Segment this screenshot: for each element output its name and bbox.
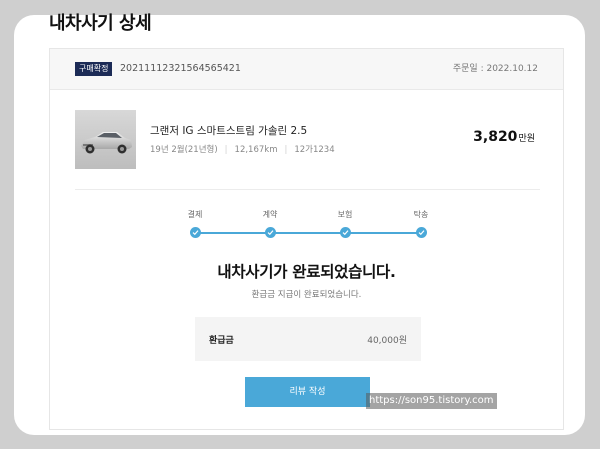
order-date: 주문일 : 2022.10.12 bbox=[452, 64, 538, 74]
step-contract: 계약 bbox=[255, 209, 285, 238]
check-icon bbox=[339, 227, 351, 238]
car-photo-icon bbox=[75, 110, 136, 169]
write-review-button[interactable]: 리뷰 작성 bbox=[245, 377, 370, 407]
step-insurance: 보험 bbox=[330, 209, 360, 238]
order-number: 20211112321564565421 bbox=[120, 63, 241, 74]
page-title: 내차사기 상세 bbox=[49, 13, 152, 34]
price-value: 3,820 bbox=[473, 129, 518, 145]
step-label: 탁송 bbox=[413, 210, 429, 219]
step-delivery: 탁송 bbox=[406, 209, 436, 238]
completion-title: 내차사기가 완료되었습니다. bbox=[217, 263, 396, 281]
order-header: 구매확정 20211112321564565421 주문일 : 2022.10.… bbox=[50, 49, 563, 90]
car-mileage: 12,167km bbox=[234, 145, 278, 155]
watermark: https://son95.tistory.com bbox=[366, 393, 497, 409]
step-label: 계약 bbox=[262, 210, 278, 219]
step-label: 보험 bbox=[337, 210, 353, 219]
car-thumbnail[interactable] bbox=[75, 110, 136, 169]
check-icon bbox=[189, 227, 201, 238]
status-badge: 구매확정 bbox=[75, 62, 113, 76]
progress-line bbox=[195, 232, 421, 234]
check-icon bbox=[415, 227, 427, 238]
car-plate: 12가1234 bbox=[294, 145, 335, 155]
check-icon bbox=[264, 227, 276, 238]
car-name: 그랜저 IG 스마트스트림 가솔린 2.5 bbox=[150, 125, 308, 137]
car-year: 19년 2월(21년형) bbox=[150, 145, 218, 155]
step-label: 결제 bbox=[187, 210, 203, 219]
refund-label: 환급금 bbox=[209, 336, 234, 346]
refund-value: 40,000원 bbox=[367, 336, 407, 346]
order-detail-box: 구매확정 20211112321564565421 주문일 : 2022.10.… bbox=[49, 48, 564, 430]
spec-divider: | bbox=[284, 145, 288, 155]
section-divider bbox=[75, 189, 540, 190]
completion-subtitle: 환급금 지급이 완료되었습니다. bbox=[251, 290, 362, 300]
price-unit: 만원 bbox=[518, 134, 535, 144]
car-price: 3,820만원 bbox=[473, 129, 535, 145]
spec-divider: | bbox=[224, 145, 228, 155]
car-specs: 19년 2월(21년형) | 12,167km | 12가1234 bbox=[150, 143, 335, 155]
step-payment: 결제 bbox=[180, 209, 210, 238]
refund-box: 환급금 40,000원 bbox=[195, 317, 421, 361]
